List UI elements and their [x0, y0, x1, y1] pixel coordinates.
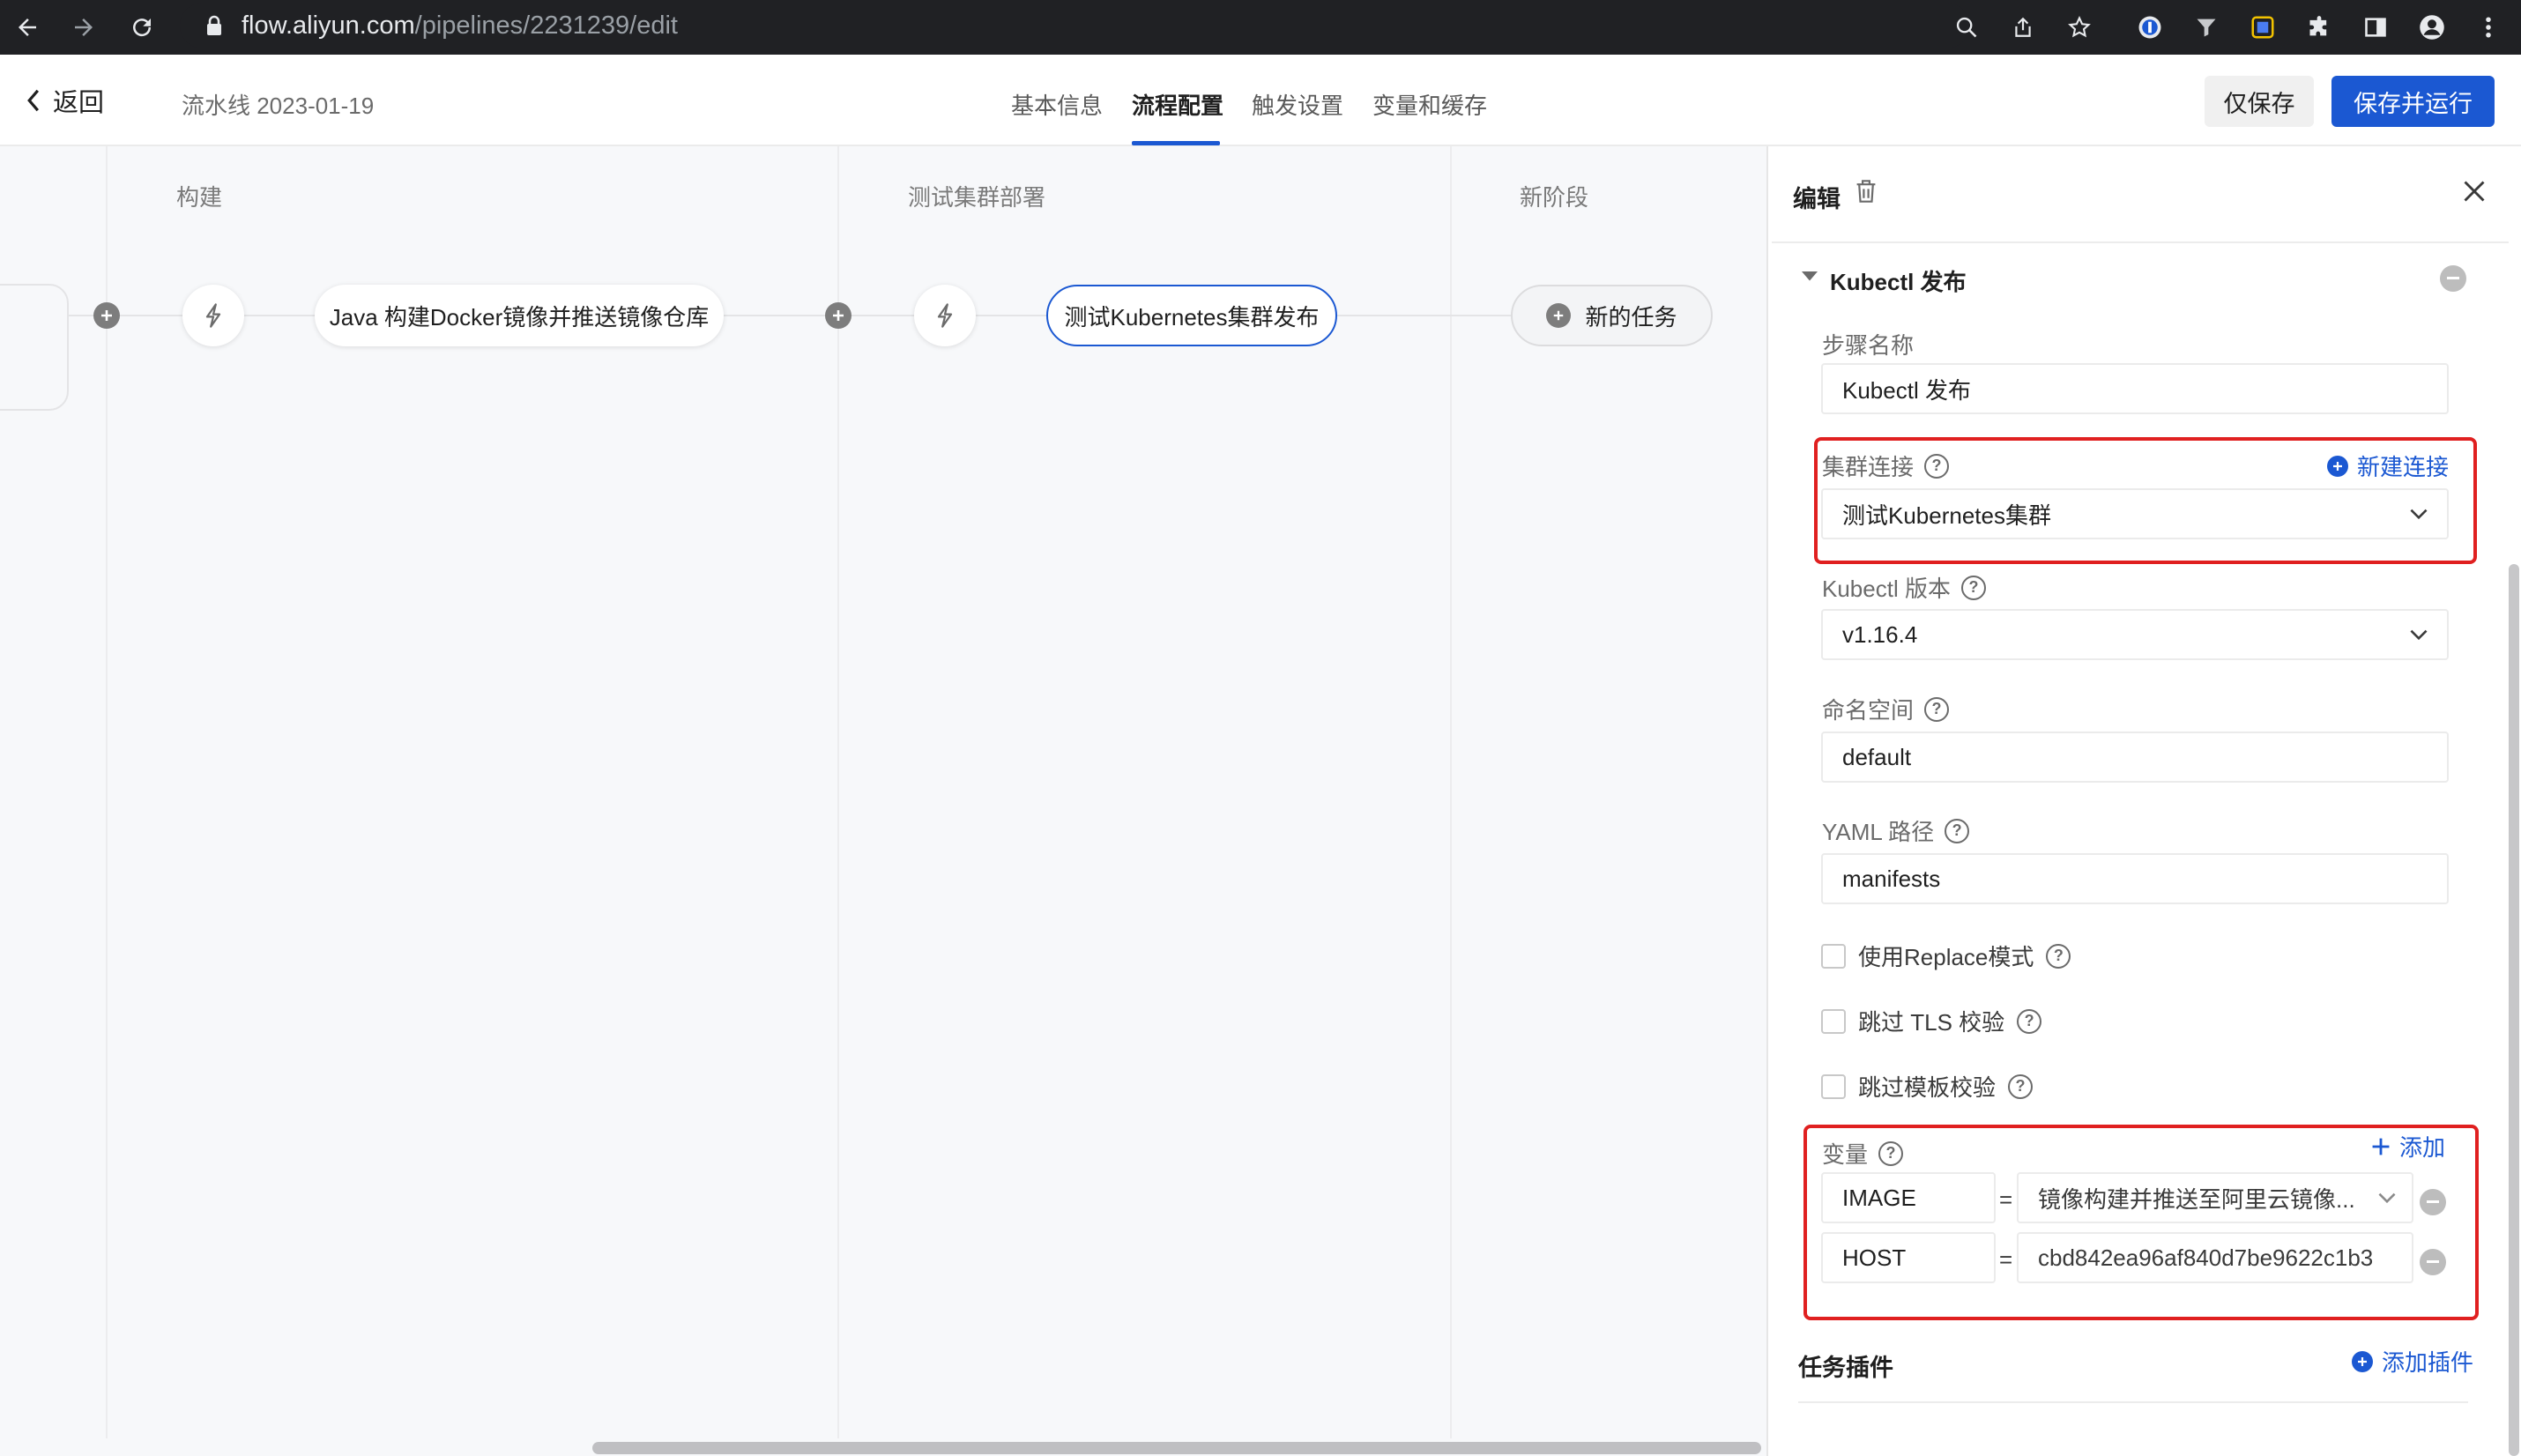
task-plugins-title: 任务插件	[1798, 1355, 1893, 1381]
remove-step-button[interactable]	[2440, 265, 2466, 292]
chevron-down-icon	[2410, 629, 2428, 640]
variable-value-select[interactable]: 镜像构建并推送至阿里云镜像...	[2017, 1172, 2413, 1223]
reload-icon[interactable]	[122, 7, 162, 48]
stage-divider	[837, 146, 839, 1438]
side-panel-icon[interactable]	[2355, 7, 2396, 48]
panel-divider	[1772, 241, 2509, 243]
equals-sign: =	[1999, 1246, 2013, 1273]
cluster-select[interactable]: 测试Kubernetes集群	[1821, 488, 2449, 539]
plus-circle-icon	[1546, 303, 1572, 328]
save-only-button[interactable]: 仅保存	[2205, 76, 2314, 127]
replace-mode-checkbox[interactable]	[1821, 943, 1846, 969]
url-text: flow.aliyun.com/pipelines/2231239/edit	[242, 11, 678, 40]
step-name-input[interactable]: Kubectl 发布	[1821, 363, 2449, 414]
translate-extension-icon[interactable]	[2242, 7, 2283, 48]
yaml-path-label: YAML 路径 ?	[1822, 814, 1970, 847]
zoom-icon[interactable]	[1946, 7, 1987, 48]
active-tab-indicator	[1132, 141, 1220, 145]
tab-flow-config[interactable]: 流程配置	[1132, 88, 1223, 121]
trigger-lightning-icon[interactable]	[182, 285, 244, 346]
replace-mode-option[interactable]: 使用Replace模式 ?	[1821, 940, 2071, 972]
skip-tls-checkbox[interactable]	[1821, 1008, 1846, 1034]
previous-stage-card[interactable]	[0, 284, 69, 411]
help-icon[interactable]: ?	[1924, 696, 1950, 722]
password-manager-icon[interactable]	[2130, 7, 2170, 48]
pipeline-name: 流水线 2023-01-19	[182, 93, 375, 119]
help-icon[interactable]: ?	[1945, 818, 1970, 843]
trash-icon[interactable]	[1855, 178, 1885, 210]
extensions-puzzle-icon[interactable]	[2299, 7, 2339, 48]
stage-title-new-stage: 新阶段	[1520, 184, 1589, 211]
section-title[interactable]: Kubectl 发布	[1830, 264, 1967, 297]
remove-variable-button[interactable]	[2420, 1189, 2446, 1215]
filter-icon[interactable]	[2186, 7, 2227, 48]
caret-down-icon[interactable]	[1802, 271, 1819, 286]
trigger-lightning-icon[interactable]	[914, 285, 976, 346]
profile-icon[interactable]	[2412, 7, 2452, 48]
tab-trigger-settings[interactable]: 触发设置	[1252, 88, 1343, 121]
save-and-run-button[interactable]: 保存并运行	[2331, 76, 2495, 127]
vertical-scrollbar[interactable]	[2509, 564, 2519, 1456]
address-bar[interactable]: flow.aliyun.com/pipelines/2231239/edit	[180, 3, 1969, 48]
close-icon[interactable]	[2461, 178, 2495, 212]
lock-icon	[206, 15, 222, 36]
bookmark-star-icon[interactable]	[2059, 7, 2100, 48]
new-task-button[interactable]: 新的任务	[1511, 285, 1713, 346]
chevron-down-icon	[2378, 1192, 2396, 1203]
back-button[interactable]: 返回	[26, 81, 104, 120]
help-icon[interactable]: ?	[2046, 943, 2071, 969]
stage-title-build: 构建	[176, 184, 223, 211]
help-icon[interactable]: ?	[2008, 1073, 2034, 1099]
help-icon[interactable]: ?	[1924, 453, 1950, 479]
stage-divider	[106, 146, 108, 1438]
skip-template-checkbox[interactable]	[1821, 1073, 1846, 1099]
add-stage-button[interactable]	[93, 302, 120, 329]
horizontal-scrollbar[interactable]	[592, 1442, 1761, 1454]
variable-name-input[interactable]: HOST	[1821, 1232, 1996, 1283]
chevron-down-icon	[2410, 509, 2428, 519]
stage-divider	[1450, 146, 1452, 1438]
tab-variables-cache[interactable]: 变量和缓存	[1372, 88, 1487, 121]
skip-template-option[interactable]: 跳过模板校验 ?	[1821, 1070, 2034, 1103]
plugins-divider	[1798, 1401, 2468, 1403]
variables-label: 变量 ?	[1822, 1137, 1904, 1170]
remove-variable-button[interactable]	[2420, 1249, 2446, 1275]
help-icon[interactable]: ?	[1878, 1140, 1904, 1166]
kubectl-version-label: Kubectl 版本 ?	[1822, 571, 1986, 604]
kubectl-version-select[interactable]: v1.16.4	[1821, 609, 2449, 660]
plus-icon	[2371, 1137, 2391, 1156]
yaml-path-input[interactable]: manifests	[1821, 853, 2449, 904]
new-connection-link[interactable]: 新建连接	[2327, 449, 2449, 482]
help-icon[interactable]: ?	[1960, 575, 1986, 600]
variable-value-input[interactable]: cbd842ea96af840d7be9622c1b3	[2017, 1232, 2413, 1283]
pipeline-canvas	[0, 146, 1766, 1456]
variable-name-input[interactable]: IMAGE	[1821, 1172, 1996, 1223]
namespace-label: 命名空间 ?	[1822, 693, 1950, 725]
browser-menu-icon[interactable]	[2468, 7, 2509, 48]
plus-circle-icon	[2327, 455, 2348, 477]
cluster-connection-label: 集群连接 ?	[1822, 449, 1950, 482]
namespace-input[interactable]: default	[1821, 732, 2449, 783]
add-variable-link[interactable]: 添加	[2371, 1130, 2445, 1163]
new-task-label: 新的任务	[1585, 303, 1677, 331]
tab-basic-info[interactable]: 基本信息	[1011, 88, 1103, 121]
back-arrow-icon[interactable]	[7, 7, 48, 48]
job-java-build-docker[interactable]: Java 构建Docker镜像并推送镜像仓库	[315, 285, 724, 346]
equals-sign: =	[1999, 1186, 2013, 1213]
help-icon[interactable]: ?	[2017, 1008, 2042, 1034]
job-test-k8s-deploy[interactable]: 测试Kubernetes集群发布	[1046, 285, 1337, 346]
step-name-label: 步骤名称	[1822, 332, 1915, 359]
add-stage-button[interactable]	[825, 302, 851, 329]
forward-arrow-icon[interactable]	[63, 7, 104, 48]
chevron-left-icon	[26, 89, 41, 112]
share-icon[interactable]	[2003, 7, 2043, 48]
panel-title: 编辑	[1793, 186, 1841, 212]
add-plugin-link[interactable]: 添加插件	[2352, 1345, 2473, 1378]
stage-title-test-deploy: 测试集群部署	[908, 184, 1046, 211]
back-label: 返回	[53, 89, 105, 117]
plus-circle-icon	[2352, 1350, 2373, 1372]
skip-tls-option[interactable]: 跳过 TLS 校验 ?	[1821, 1005, 2042, 1037]
